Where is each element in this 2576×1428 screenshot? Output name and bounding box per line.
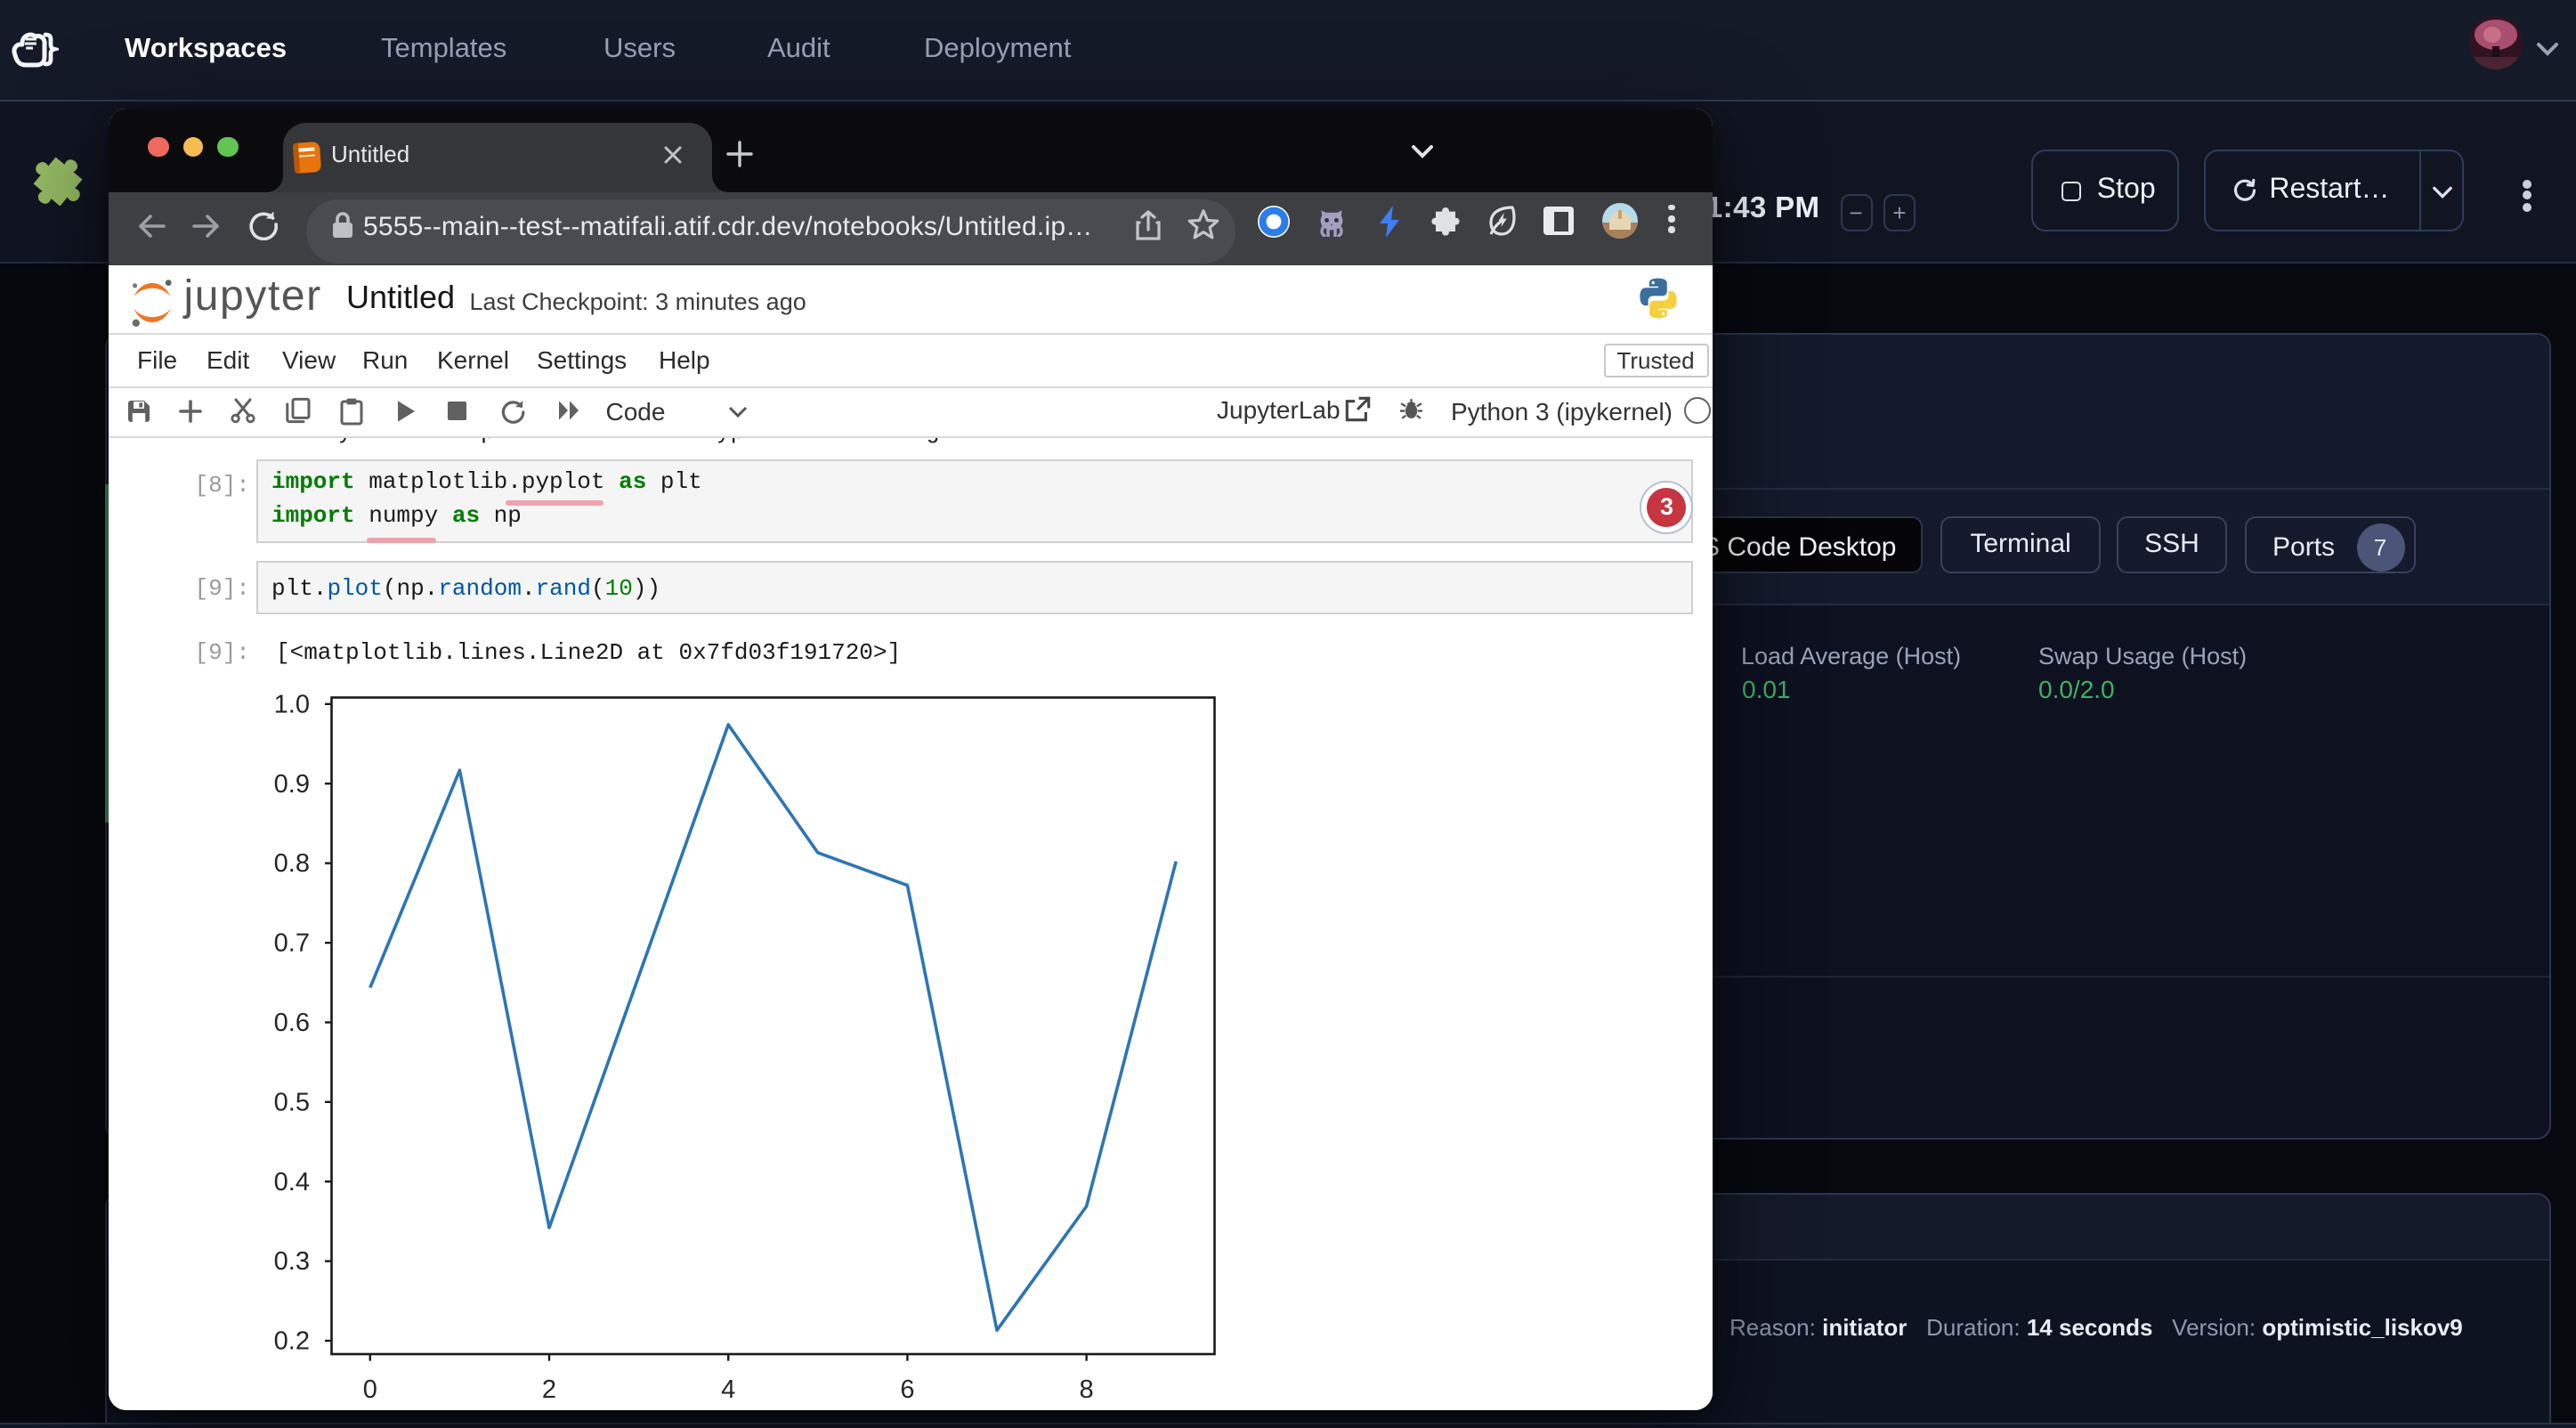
- svg-text:0.8: 0.8: [274, 848, 310, 877]
- svg-text:1.0: 1.0: [274, 689, 310, 718]
- svg-text:4: 4: [722, 1375, 736, 1403]
- svg-text:8: 8: [1080, 1375, 1094, 1403]
- svg-text:0.2: 0.2: [274, 1327, 310, 1355]
- svg-text:0: 0: [363, 1375, 377, 1403]
- svg-text:0.9: 0.9: [274, 769, 310, 798]
- svg-text:6: 6: [901, 1375, 915, 1403]
- svg-text:0.5: 0.5: [274, 1087, 310, 1116]
- svg-text:0.7: 0.7: [274, 929, 310, 957]
- svg-text:0.4: 0.4: [274, 1167, 310, 1196]
- svg-text:0.6: 0.6: [274, 1008, 310, 1036]
- svg-text:0.3: 0.3: [274, 1246, 310, 1275]
- svg-text:2: 2: [542, 1375, 556, 1403]
